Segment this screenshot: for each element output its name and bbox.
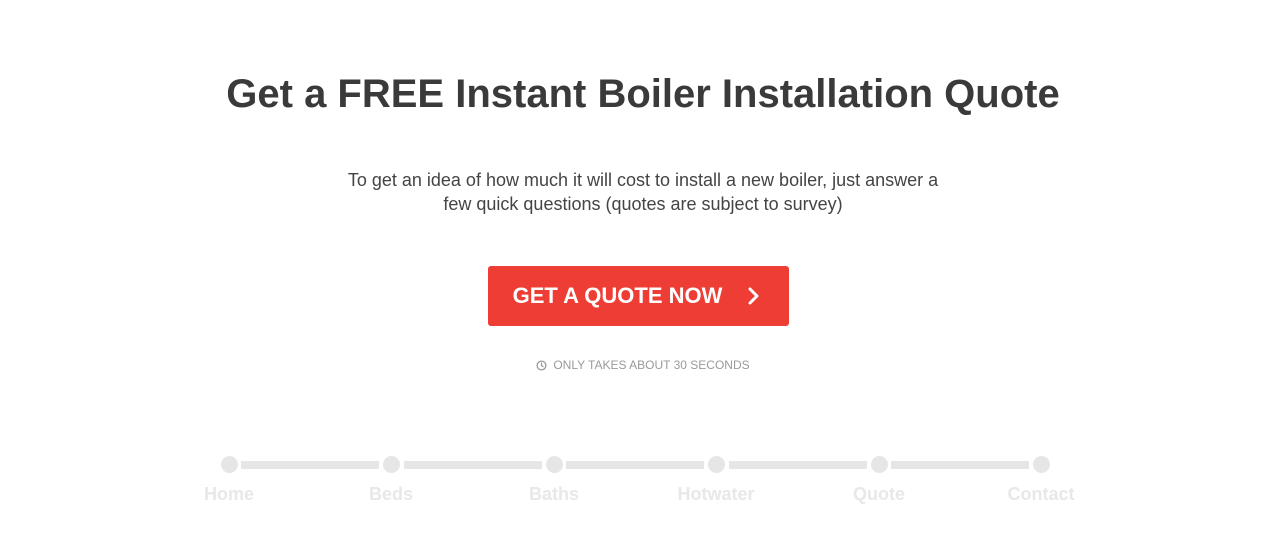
step-baths: Baths <box>494 456 614 505</box>
step-label: Contact <box>1007 484 1075 504</box>
step-label: Home <box>203 484 254 504</box>
step-beds: Beds <box>331 456 451 505</box>
clock-icon <box>536 359 547 371</box>
step-contact: Contact <box>981 456 1101 505</box>
step-label: Beds <box>368 484 413 504</box>
step-home: Home <box>169 456 289 505</box>
step-dot <box>1032 456 1050 473</box>
time-note: ONLY TAKES ABOUT 30 SECONDS <box>0 358 1286 372</box>
step-quote: Quote <box>819 456 939 505</box>
get-quote-button-label: GET A QUOTE NOW <box>512 283 723 308</box>
step-dot <box>220 456 238 473</box>
step-dot <box>545 456 563 473</box>
progress-steps: Home Beds Baths Hotwater Quote Contact <box>0 456 1286 516</box>
step-label: Quote <box>853 484 905 504</box>
page-subtitle: To get an idea of how much it will cost … <box>347 170 939 214</box>
quote-landing-page: Get a FREE Instant Boiler Installation Q… <box>0 0 1286 556</box>
step-label: Hotwater <box>677 484 755 504</box>
step-hotwater: Hotwater <box>656 456 776 505</box>
step-dot <box>382 456 400 473</box>
step-dot <box>707 456 725 473</box>
step-label: Baths <box>528 484 579 504</box>
page-title: Get a FREE Instant Boiler Installation Q… <box>226 72 1060 116</box>
chevron-right-icon <box>748 287 759 305</box>
step-dot <box>870 456 888 473</box>
time-note-text: ONLY TAKES ABOUT 30 SECONDS <box>553 358 750 372</box>
get-quote-button[interactable]: GET A QUOTE NOW <box>488 266 789 326</box>
